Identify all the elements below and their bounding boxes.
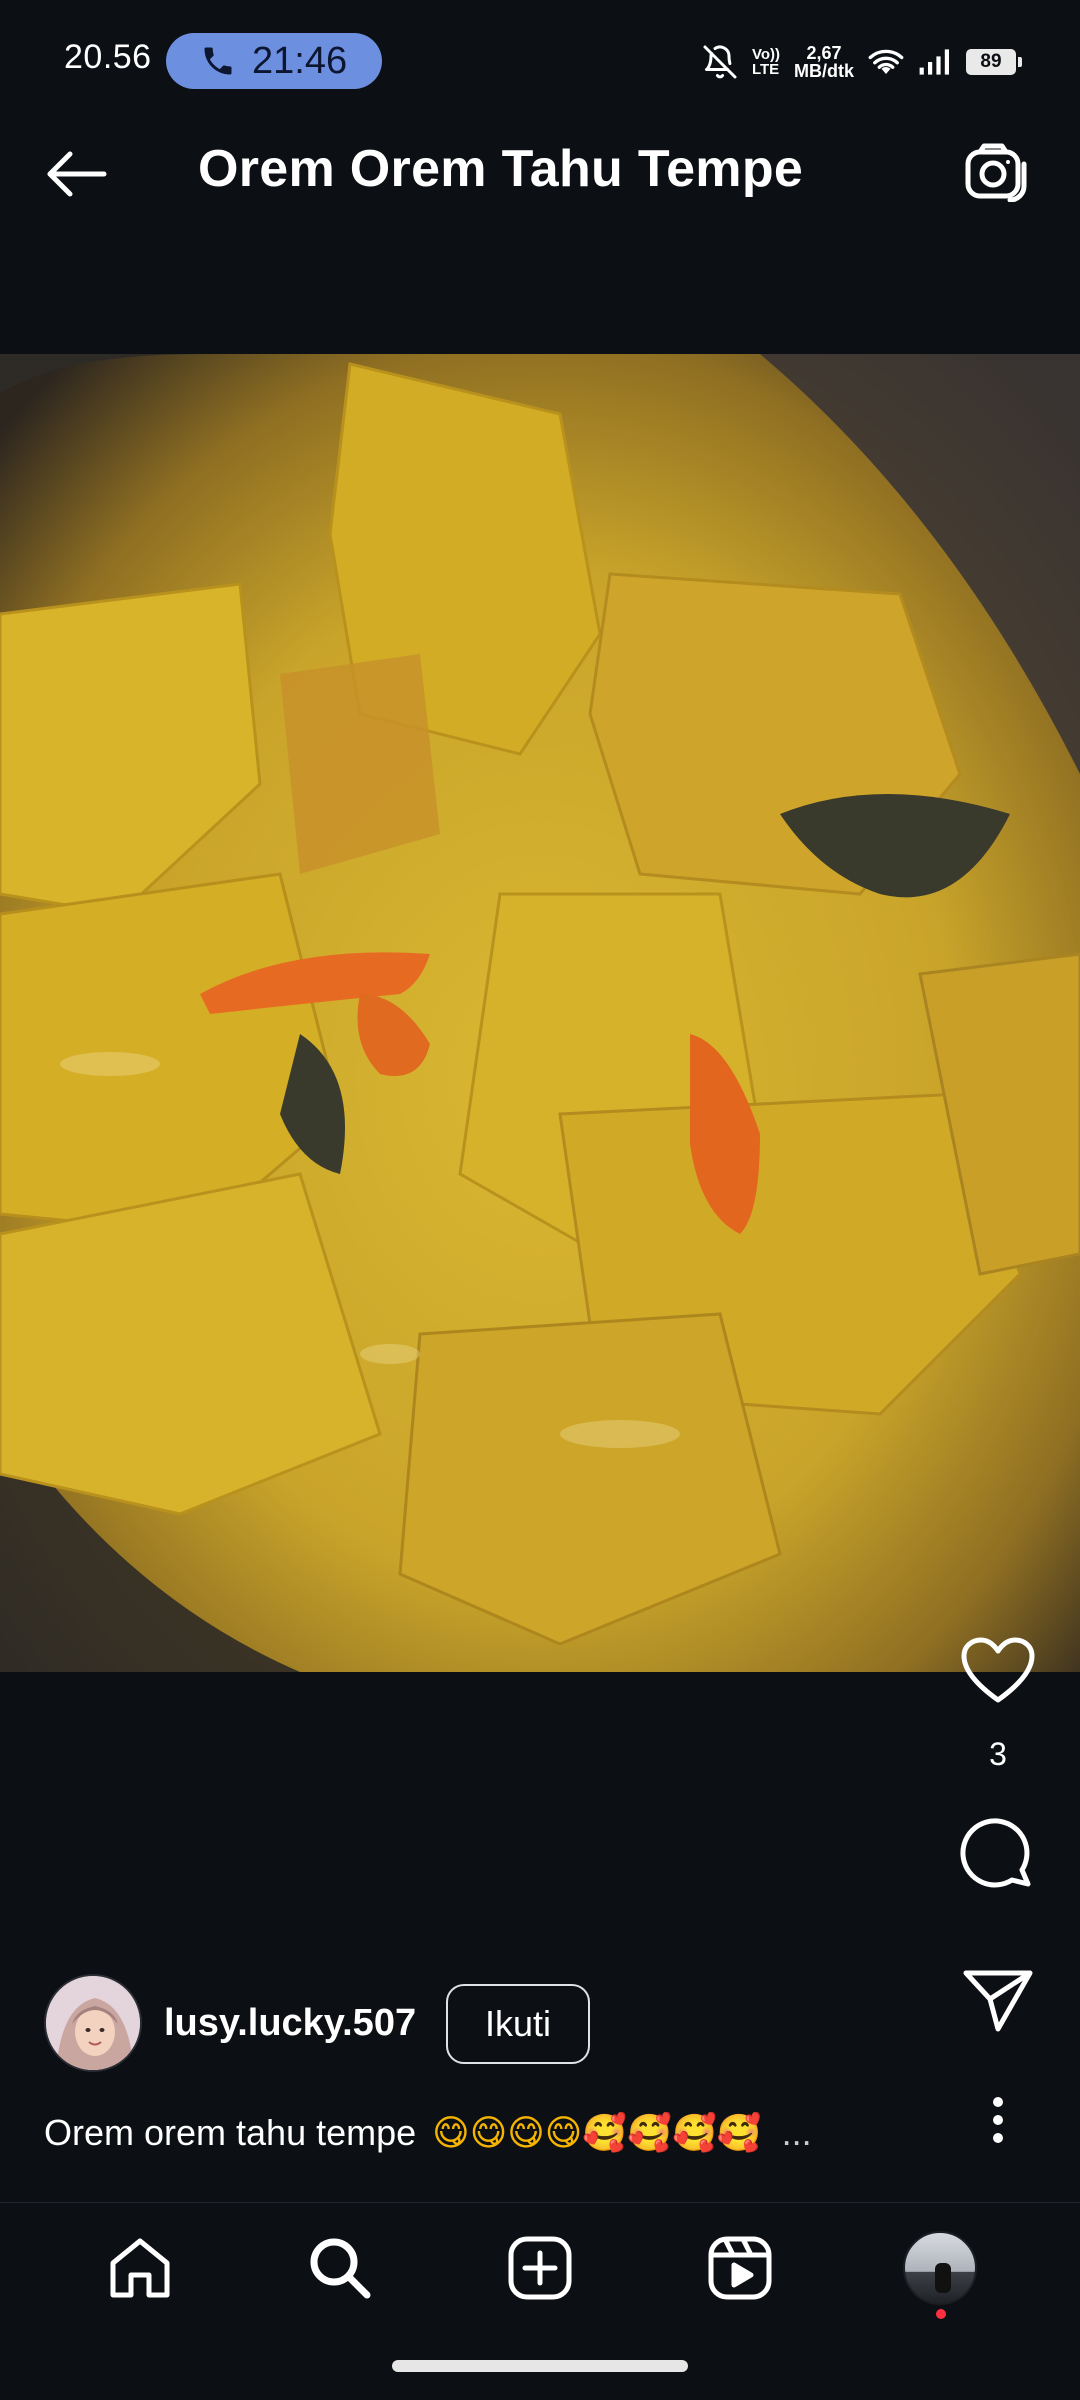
author-avatar[interactable] <box>44 1974 142 2072</box>
phone-icon <box>204 47 232 75</box>
volte-label: Vo)) <box>751 46 780 63</box>
reels-icon <box>708 2236 772 2299</box>
post-photo[interactable] <box>0 354 1080 1672</box>
camera-button[interactable] <box>960 136 1032 208</box>
comment-icon <box>960 1818 1031 1888</box>
nav-create[interactable] <box>495 2223 585 2313</box>
page-title: Orem Orem Tahu Tempe <box>198 140 804 198</box>
caption-emojis: 😋😋😋😋🥰🥰🥰🥰 <box>432 2112 762 2153</box>
network-type: Vo)) LTE <box>752 47 780 77</box>
ongoing-call-pill[interactable]: 21:46 <box>166 33 382 89</box>
heart-icon <box>961 1637 1035 1703</box>
bell-off-icon <box>703 45 737 79</box>
net-speed: 2,67 MB/dtk <box>794 44 854 80</box>
wifi-icon <box>868 49 904 74</box>
like-button[interactable] <box>958 1630 1038 1710</box>
comment-button[interactable] <box>958 1816 1038 1896</box>
home-icon <box>110 2238 170 2297</box>
net-speed-unit: MB/dtk <box>794 61 854 81</box>
status-bar: 20.56 21:46 Vo)) LTE 2,67 MB/dtk 89 <box>0 0 1080 92</box>
bottom-nav <box>0 2202 1080 2332</box>
camera-icon <box>965 143 1027 202</box>
nav-reels[interactable] <box>695 2223 785 2313</box>
nav-search[interactable] <box>295 2223 385 2313</box>
profile-avatar <box>903 2230 977 2305</box>
caption-text: Orem orem tahu tempe <box>44 2112 417 2153</box>
send-icon <box>963 1970 1033 2032</box>
post-caption[interactable]: Orem orem tahu tempe 😋😋😋😋🥰🥰🥰🥰 ... <box>44 2112 944 2154</box>
caption-more[interactable]: ... <box>782 2112 812 2153</box>
lte-label: LTE <box>751 61 780 78</box>
status-icons: Vo)) LTE 2,67 MB/dtk 89 <box>702 36 1022 88</box>
home-indicator[interactable] <box>392 2360 688 2372</box>
create-icon <box>508 2236 572 2299</box>
net-speed-value: 2,67 <box>806 43 842 63</box>
signal-icon <box>919 49 949 75</box>
food-photo-illustration <box>0 354 1080 1672</box>
battery-level: 89 <box>980 51 1002 72</box>
author-username[interactable]: lusy.lucky.507 <box>164 2002 416 2045</box>
follow-button[interactable]: Ikuti <box>446 1984 590 2064</box>
nav-home[interactable] <box>95 2223 185 2313</box>
more-vertical-icon <box>993 2097 1003 2143</box>
screen: 20.56 21:46 Vo)) LTE 2,67 MB/dtk 89 Orem… <box>0 0 1080 2400</box>
author-avatar-image <box>46 1976 140 2070</box>
like-count[interactable]: 3 <box>958 1736 1038 1773</box>
post-header: Orem Orem Tahu Tempe <box>0 96 1080 246</box>
arrow-left-icon <box>47 151 107 197</box>
notification-dot <box>936 2308 946 2319</box>
back-button[interactable] <box>40 138 112 210</box>
status-time: 20.56 <box>64 38 152 76</box>
share-button[interactable] <box>958 1960 1038 2040</box>
call-timer: 21:46 <box>252 39 348 82</box>
more-options-button[interactable] <box>978 2082 1018 2158</box>
battery-indicator: 89 <box>966 49 1022 75</box>
nav-profile[interactable] <box>895 2223 985 2319</box>
search-icon <box>310 2238 371 2298</box>
